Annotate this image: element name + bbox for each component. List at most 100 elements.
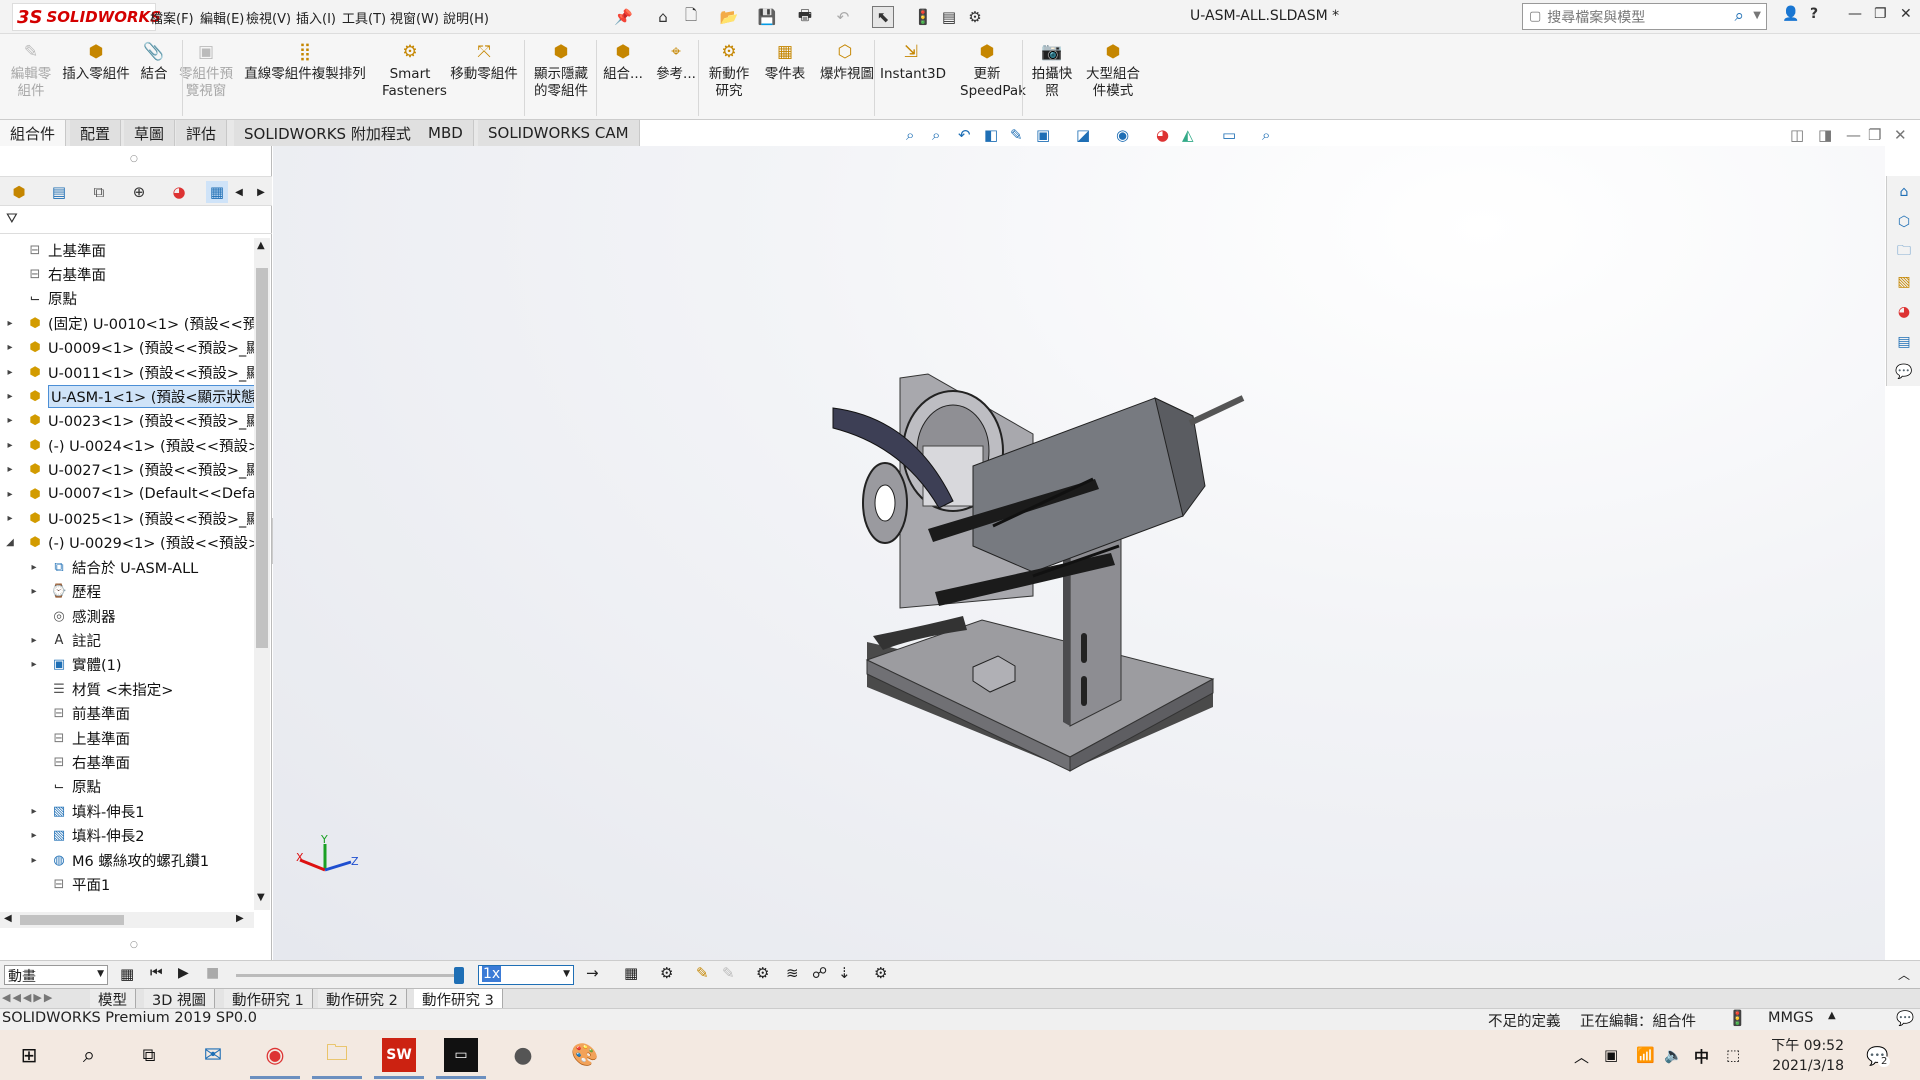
expand-arrow-icon[interactable]: ▸ (4, 440, 16, 451)
instant3d-button[interactable]: ⇲ Instant3D (880, 44, 946, 83)
zoom-to-fit-icon[interactable]: ⌕ (906, 126, 914, 144)
menu-item[interactable]: 說明(H) (443, 8, 489, 27)
h-scroll-thumb[interactable] (20, 915, 124, 925)
tab-scroll-right-icon[interactable]: ▶ (250, 181, 272, 203)
menu-item[interactable]: 檢視(V) (246, 8, 291, 27)
options-gear-icon[interactable]: ⚙ (964, 6, 986, 28)
menu-item[interactable]: 編輯(E) (200, 8, 244, 27)
viewport-minimize-icon[interactable]: — (1846, 126, 1861, 144)
tree-node[interactable]: ▸ ⬢ U-0023<1> (預設<<預設>_顯 (0, 409, 254, 433)
file-properties-icon[interactable]: ▤ (938, 6, 960, 28)
file-explorer-icon[interactable]: 🗀 (1894, 242, 1914, 262)
scroll-right-icon[interactable]: ▶ (236, 913, 244, 924)
tab-6[interactable]: SOLIDWORKS CAM (478, 120, 640, 146)
task-view-icon[interactable]: ⧉ (132, 1038, 166, 1072)
playback-mode-icon[interactable]: → (586, 964, 599, 982)
property-manager-tab-icon[interactable]: ▤ (48, 181, 70, 203)
gravity-icon[interactable]: ⇣ (838, 964, 851, 982)
scroll-up-icon[interactable]: ▲ (257, 240, 265, 251)
tree-node[interactable]: ▸ ⌚ 歷程 (0, 580, 254, 604)
tree-node[interactable]: ⊟ 上基準面 (0, 238, 254, 262)
assembly-features-button[interactable]: ⬢ 組合... (602, 44, 644, 83)
sheet-tab-1[interactable]: 3D 視圖 (144, 989, 215, 1009)
mail-app-icon[interactable]: ✉ (196, 1038, 230, 1072)
volume-icon[interactable]: 🔈 (1664, 1046, 1683, 1064)
tree-node[interactable]: ▸ ⧉ 結合於 U-ASM-ALL (0, 555, 254, 579)
autokey-icon[interactable]: ✎ (696, 964, 709, 982)
ime-mode-icon[interactable]: ⬚ (1726, 1046, 1740, 1064)
chevron-down-icon[interactable]: ▼ (97, 969, 104, 979)
show-hidden-icons-icon[interactable]: ︿ (1574, 1046, 1589, 1067)
appearances-icon[interactable]: ◕ (1894, 302, 1914, 322)
timeline-slider-track[interactable] (236, 974, 460, 977)
home-icon[interactable]: ⌂ (652, 6, 674, 28)
graphics-area[interactable]: X Y Z (273, 146, 1885, 960)
expand-arrow-icon[interactable]: ▸ (4, 391, 16, 402)
panel-splitter-bottom-icon[interactable]: ○ (130, 940, 138, 950)
add-key-icon[interactable]: ✎ (722, 964, 735, 982)
display-style-icon[interactable]: ◪ (1076, 126, 1090, 144)
search-icon[interactable]: ⌕ (1734, 6, 1744, 26)
section-view-icon[interactable]: ◧ (984, 126, 998, 144)
expand-arrow-icon[interactable]: ▸ (4, 464, 16, 475)
file-explorer-app-icon[interactable]: 🗀 (320, 1038, 354, 1072)
select-cursor-icon[interactable]: ⬉ (872, 6, 894, 28)
ime-indicator[interactable]: 中 (1694, 1046, 1709, 1067)
pin-icon[interactable]: 📌 (614, 8, 633, 26)
print-icon[interactable]: 🖶 (794, 6, 816, 28)
solidworks-resources-icon[interactable]: ⌂ (1894, 182, 1914, 202)
expand-arrow-icon[interactable]: ▸ (28, 806, 40, 817)
tree-node[interactable]: ▸ A 註記 (0, 628, 254, 652)
minimize-icon[interactable]: — (1848, 6, 1862, 22)
scroll-thumb[interactable] (256, 268, 268, 648)
view-orientation-icon[interactable]: ▣ (1036, 126, 1050, 144)
close-icon[interactable]: ✕ (1900, 6, 1912, 22)
tree-node[interactable]: ⊟ 右基準面 (0, 750, 254, 774)
tab-5[interactable]: MBD (418, 120, 474, 146)
calculate-icon[interactable]: ▦ (120, 965, 134, 983)
dynamic-annotation-icon[interactable]: ✎ (1010, 126, 1023, 144)
viewport-split-icon[interactable]: ◨ (1818, 126, 1832, 144)
configuration-manager-tab-icon[interactable]: ⧉ (88, 181, 110, 203)
chevron-down-icon[interactable]: ▼ (563, 969, 570, 979)
tree-node[interactable]: ▸ ⬢ U-ASM-1<1> (預設<顯示狀態 (0, 384, 254, 408)
display-manager-tab-icon[interactable]: ◕ (168, 181, 190, 203)
tree-node[interactable]: ⊟ 右基準面 (0, 262, 254, 286)
expand-arrow-icon[interactable]: ▸ (4, 415, 16, 426)
view-palette-icon[interactable]: ▧ (1894, 272, 1914, 292)
tab-1[interactable]: 配置 (70, 120, 122, 146)
solidworks-app-icon[interactable]: SW (382, 1038, 416, 1072)
search-input[interactable]: 搜尋檔案與模型 (1547, 7, 1645, 27)
zoom-icon[interactable]: ⌕ (1262, 126, 1270, 144)
search-scope-icon[interactable]: ▢ (1529, 9, 1541, 24)
tooltips-icon[interactable]: 💬 (1896, 1010, 1914, 1027)
tree-node[interactable]: ▸ ⬢ U-0027<1> (預設<<預設>_顯 (0, 458, 254, 482)
tab-2[interactable]: 草圖 (124, 120, 176, 146)
tree-node[interactable]: ▸ ⬢ U-0009<1> (預設<<預設>_顯 (0, 336, 254, 360)
tree-node[interactable]: ▸ ⬢ U-0011<1> (預設<<預設>_顯 (0, 360, 254, 384)
tree-node[interactable]: ▸ ⬢ (-) U-0024<1> (預設<<預設> (0, 433, 254, 457)
tree-node[interactable]: ▸ ⬢ (固定) U-0010<1> (預設<<預 (0, 311, 254, 335)
tree-node[interactable]: ▸ ▧ 填料-伸長2 (0, 824, 254, 848)
chrome-app-icon[interactable]: ◉ (258, 1038, 292, 1072)
reference-geometry-button[interactable]: ⌖ 參考... (654, 44, 698, 83)
expand-arrow-icon[interactable]: ▸ (28, 659, 40, 670)
move-component-button[interactable]: ⤧ 移動零組件 (448, 44, 520, 83)
scroll-left-icon[interactable]: ◀ (4, 913, 12, 924)
tree-filter[interactable]: ⛛ (0, 208, 272, 234)
cam-manager-tab-icon[interactable]: ▦ (206, 181, 228, 203)
user-icon[interactable]: 👤 (1782, 6, 1799, 22)
tree-node[interactable]: ⊟ 前基準面 (0, 702, 254, 726)
motion-study-properties-icon[interactable]: ⚙ (874, 964, 887, 982)
take-snapshot-button[interactable]: 📷 拍攝快 照 (1030, 44, 1074, 100)
filter-icon[interactable]: ⛛ (6, 211, 18, 227)
tree-node[interactable]: ▸ ◍ M6 螺絲攻的螺孔鑽1 (0, 848, 254, 872)
save-icon[interactable]: 💾 (756, 6, 778, 28)
component-preview-button[interactable]: ▣ 零組件預 覽視窗 (174, 44, 238, 100)
play-icon[interactable]: ▶ (178, 965, 189, 981)
tree-node[interactable]: ⌙ 原點 (0, 287, 254, 311)
terminal-app-icon[interactable]: ▭ (444, 1038, 478, 1072)
scroll-down-icon[interactable]: ▼ (257, 892, 265, 903)
play-from-start-icon[interactable]: ⏮ (150, 965, 163, 981)
zoom-area-icon[interactable]: ⌕ (932, 126, 940, 144)
